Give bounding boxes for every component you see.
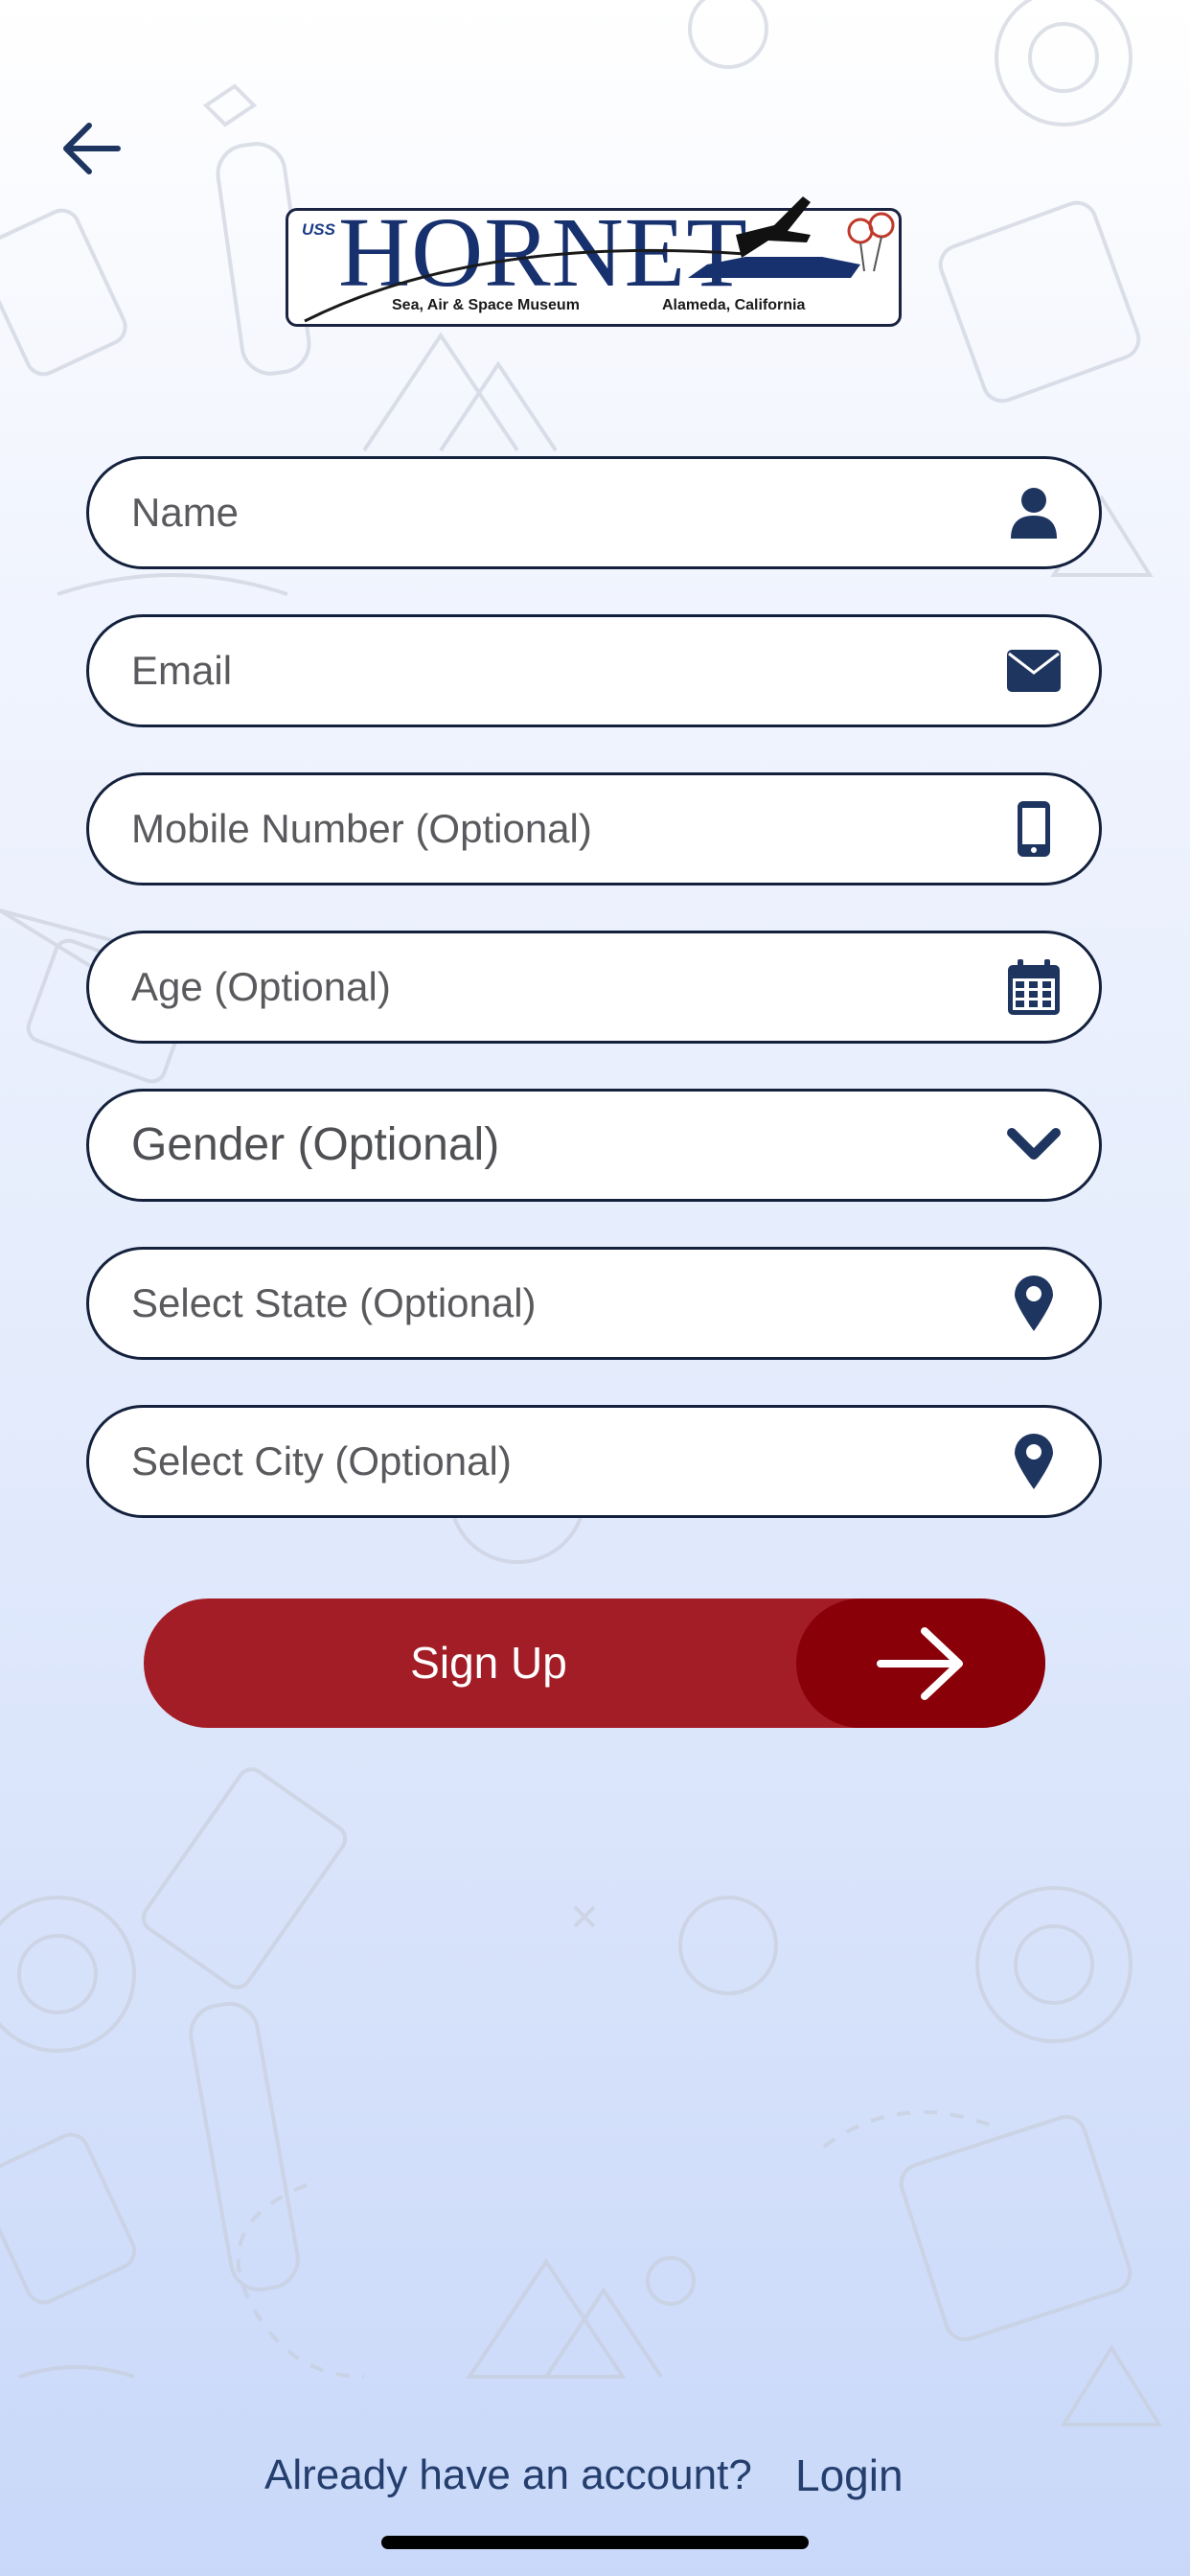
age-input[interactable]: Age (Optional) (86, 931, 1102, 1044)
age-placeholder: Age (Optional) (131, 964, 391, 1009)
sign-up-button[interactable]: Sign Up (144, 1598, 1045, 1728)
sign-up-label: Sign Up (410, 1638, 567, 1688)
email-input[interactable]: Email (86, 614, 1102, 727)
state-placeholder: Select State (Optional) (131, 1280, 537, 1325)
gender-select[interactable]: Gender (Optional) (86, 1089, 1102, 1202)
chevron-down-icon (1005, 1116, 1063, 1174)
user-icon (1005, 484, 1063, 541)
logo-aircraft-carrier-art (304, 196, 895, 323)
home-indicator (381, 2536, 809, 2549)
name-input[interactable]: Name (86, 456, 1102, 569)
name-placeholder: Name (131, 490, 240, 535)
city-select[interactable]: Select City (Optional) (86, 1405, 1102, 1518)
have-account-text: Already have an account? (264, 2451, 752, 2498)
map-pin-icon (1005, 1275, 1063, 1332)
state-select[interactable]: Select State (Optional) (86, 1247, 1102, 1360)
gender-placeholder: Gender (Optional) (131, 1119, 500, 1170)
calendar-icon (1005, 958, 1063, 1016)
sign-up-arrow-pill (796, 1598, 1045, 1728)
envelope-icon (1005, 642, 1063, 700)
mobile-number-placeholder: Mobile Number (Optional) (131, 806, 592, 851)
login-link[interactable]: Login (795, 2450, 904, 2501)
email-placeholder: Email (131, 648, 233, 693)
arrow-right-icon (877, 1626, 963, 1700)
arrow-left-icon (63, 123, 121, 174)
back-button[interactable] (48, 105, 134, 192)
city-placeholder: Select City (Optional) (131, 1438, 512, 1484)
uss-hornet-logo: USS HORNET Sea, Air & Space Museum Alame… (286, 168, 904, 331)
mobile-number-input[interactable]: Mobile Number (Optional) (86, 772, 1102, 886)
map-pin-icon (1005, 1433, 1063, 1490)
mobile-phone-icon (1005, 800, 1063, 858)
